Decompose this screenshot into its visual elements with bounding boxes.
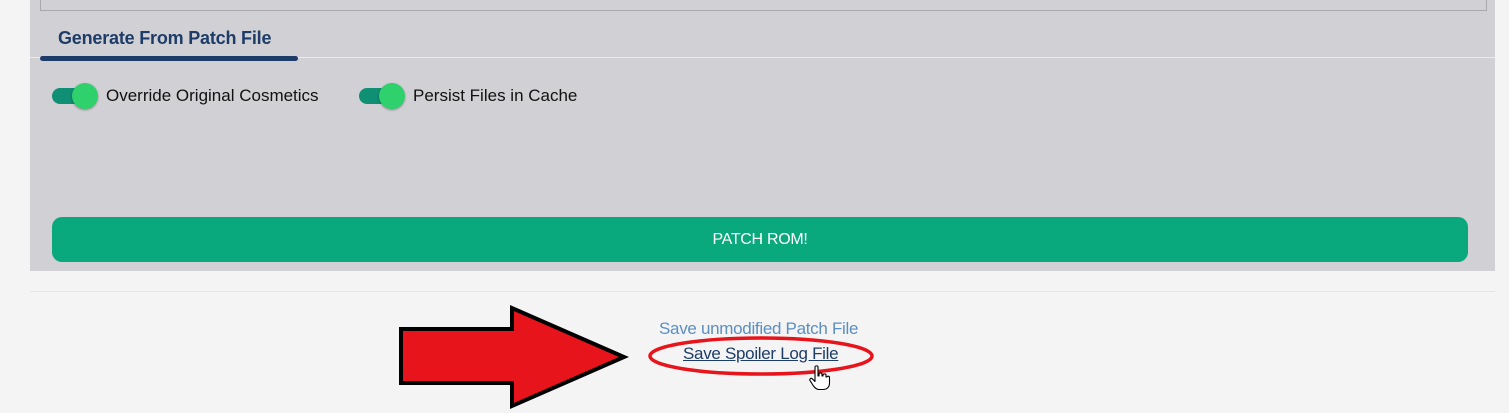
active-tab-indicator [40,56,298,61]
toggle-knob [379,83,405,109]
section-divider [30,291,1495,292]
page: Generate From Patch File Override Origin… [0,0,1509,413]
toggle-label: Override Original Cosmetics [106,86,319,105]
override-cosmetics-toggle[interactable]: Override Original Cosmetics [52,82,319,110]
patch-rom-button[interactable]: PATCH ROM! [52,217,1468,262]
previous-section-box [40,0,1487,11]
red-arrow-annotation [399,304,629,410]
hand-pointer-cursor-icon [809,365,831,391]
save-unmodified-patch-link[interactable]: Save unmodified Patch File [659,319,858,339]
toggle-knob [72,83,98,109]
patch-panel: Generate From Patch File Override Origin… [30,0,1495,271]
persist-files-toggle[interactable]: Persist Files in Cache [359,82,577,110]
toggle-label: Persist Files in Cache [413,86,578,105]
toggle-switch[interactable] [52,82,98,110]
save-spoiler-log-link[interactable]: Save Spoiler Log File [683,344,839,364]
tab-generate-from-patch-file[interactable]: Generate From Patch File [58,28,271,49]
toggle-switch[interactable] [359,82,405,110]
